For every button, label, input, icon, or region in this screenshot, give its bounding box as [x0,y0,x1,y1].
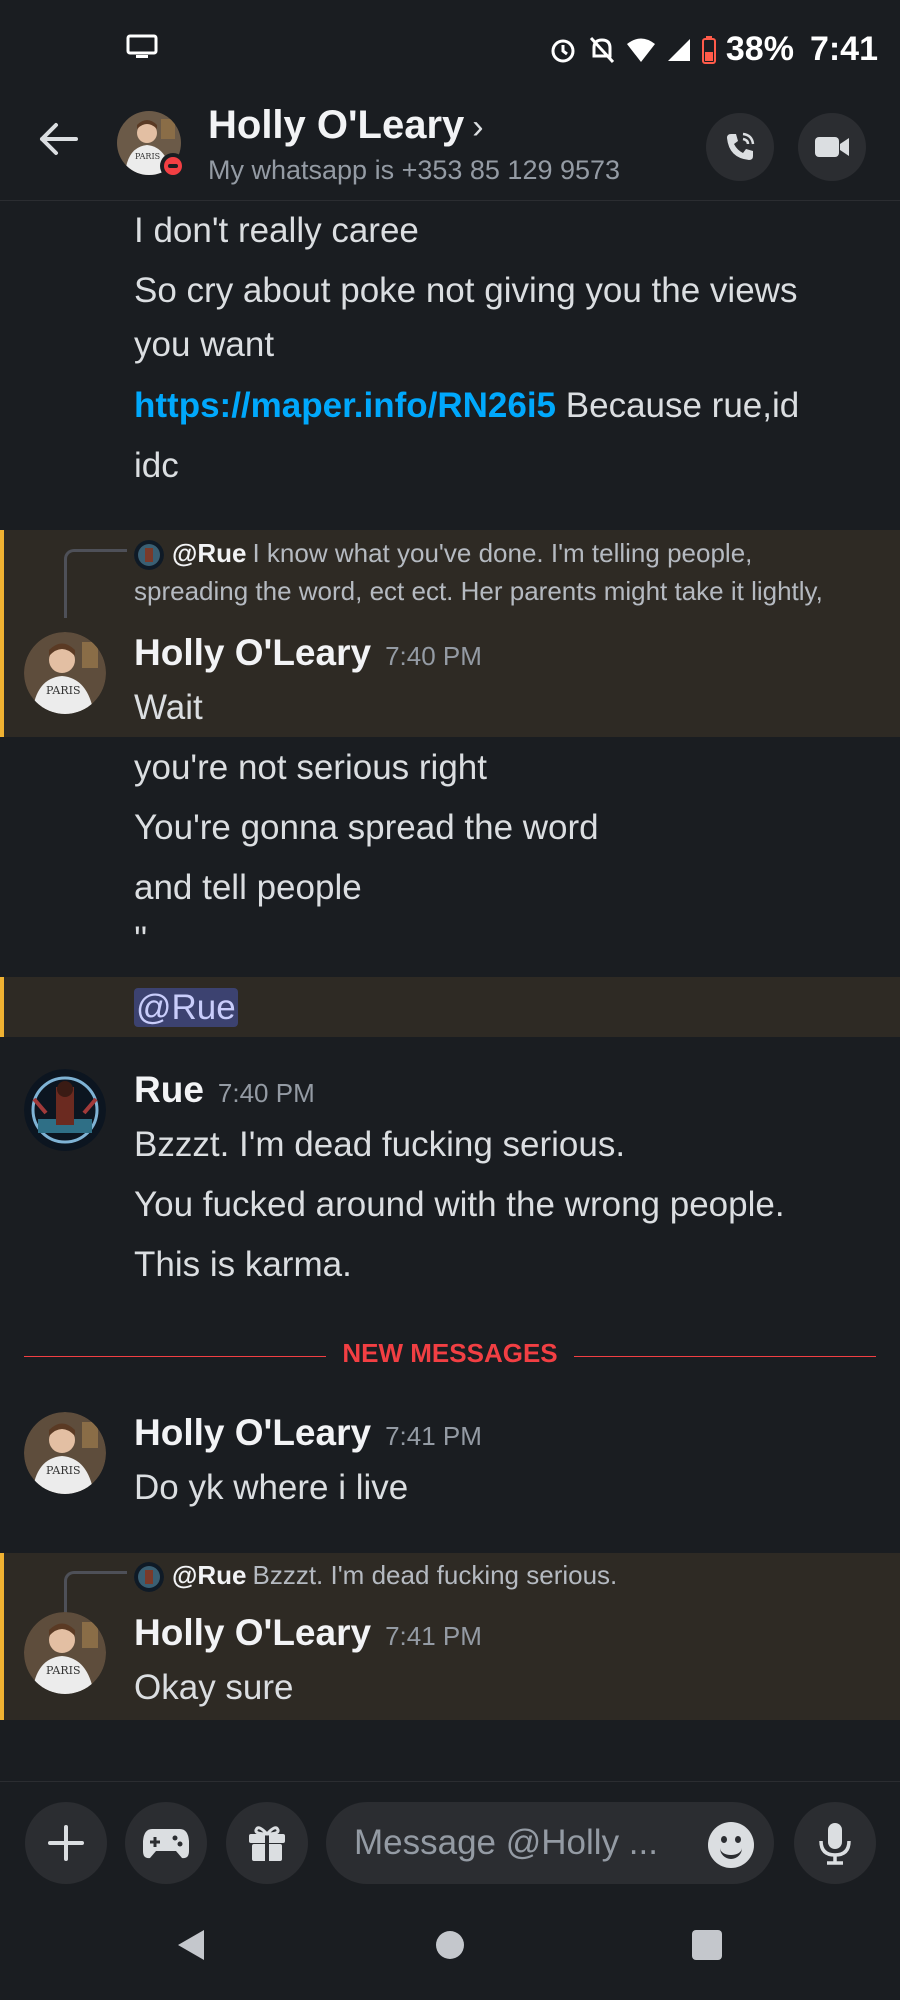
add-attachment-button[interactable] [25,1802,107,1884]
message-text: idc [134,446,179,485]
nav-home-icon[interactable] [436,1931,464,1959]
user-mention[interactable]: @Rue [134,988,238,1027]
chat-header: PARIS Holly O'Leary › My whatsapp is +353… [0,95,900,201]
nav-back-icon[interactable] [176,1928,206,1962]
message-text: and tell people [134,868,362,907]
message-author[interactable]: Holly O'Leary 7:40 PM [134,632,482,674]
message-text: you want [134,325,275,364]
message-composer: Message @Holly ... [0,1781,900,1897]
reply-preview[interactable]: @Rue Bzzzt. I'm dead fucking serious. [134,1557,617,1593]
message-text: Wait [134,688,203,727]
reply-connector [64,549,127,618]
message-timestamp: 7:41 PM [385,1421,482,1451]
message-text: Bzzzt. I'm dead fucking serious. [134,1125,626,1164]
screen-cast-icon [126,34,158,58]
system-navigation-bar [0,1896,900,2000]
svg-text:PARIS: PARIS [46,1664,81,1677]
message-text: So cry about poke not giving you the vie… [134,271,798,310]
message-text: I don't really caree [134,211,419,250]
new-messages-divider: NEW MESSAGES [24,1334,876,1378]
message-text: You fucked around with the wrong people. [134,1185,785,1224]
message-text: This is karma. [134,1245,352,1284]
activities-button[interactable] [125,1802,207,1884]
message-author[interactable]: Holly O'Leary 7:41 PM [134,1412,482,1454]
svg-text:PARIS: PARIS [46,1464,81,1477]
message-list[interactable]: I don't really caree So cry about poke n… [0,201,900,1781]
new-messages-label: NEW MESSAGES [342,1338,558,1368]
video-camera-icon [815,137,849,157]
message-text: https://maper.info/RN26i5 Because rue,id [134,386,800,425]
nav-recents-icon[interactable] [692,1930,722,1960]
message-timestamp: 7:40 PM [217,1078,315,1108]
avatar[interactable] [24,1069,106,1151]
gamepad-icon [143,1829,189,1859]
arrow-left-icon[interactable] [36,117,80,161]
dnd-status-icon [160,153,186,179]
voice-call-button[interactable] [706,113,774,181]
message-author[interactable]: Rue 7:40 PM [134,1069,315,1111]
gift-button[interactable] [226,1802,308,1884]
svg-text:PARIS: PARIS [135,152,160,161]
header-custom-status: My whatsapp is +353 85 129 9573 [208,155,621,185]
avatar[interactable]: PARIS [24,1412,106,1494]
notifications-off-icon [589,36,614,63]
reply-avatar [134,540,164,571]
voice-message-button[interactable] [794,1802,876,1884]
reply-preview-text: spreading the word, ect ect. Her parents… [134,576,823,606]
avatar[interactable]: PARIS [24,1612,106,1694]
chevron-right-icon: › [472,108,484,146]
message-text: @Rue [134,986,238,1030]
message-text: Okay sure [134,1668,294,1707]
message-timestamp: 7:41 PM [385,1621,482,1651]
alarm-icon [551,39,575,62]
clock: 7:41 [809,30,878,68]
message-timestamp: 7:40 PM [385,641,482,671]
message-input[interactable]: Message @Holly ... [326,1802,774,1884]
phone-icon [727,132,755,160]
reply-avatar [134,1562,164,1593]
message-author[interactable]: Holly O'Leary 7:41 PM [134,1612,482,1654]
message-text: you're not serious right [134,748,487,787]
avatar[interactable]: PARIS [24,632,106,714]
plus-icon [48,1825,84,1861]
smile-icon[interactable] [708,1822,754,1868]
svg-text:PARIS: PARIS [46,684,81,697]
signal-icon [667,38,690,61]
wifi-icon [626,38,655,62]
message-text: '' [134,920,148,959]
battery-icon [701,35,716,64]
battery-percent: 38% [725,30,794,68]
message-link[interactable]: https://maper.info/RN26i5 [134,386,556,425]
video-call-button[interactable] [798,113,866,181]
gift-icon [249,1826,285,1861]
header-user-name[interactable]: Holly O'Leary › [208,103,484,148]
reply-preview[interactable]: @Rue I know what you've done. I'm telling… [134,535,752,571]
status-bar: 38% 7:41 [0,0,900,95]
message-text: You're gonna spread the word [134,808,599,847]
microphone-icon [819,1823,851,1865]
message-text: Do yk where i live [134,1468,409,1507]
